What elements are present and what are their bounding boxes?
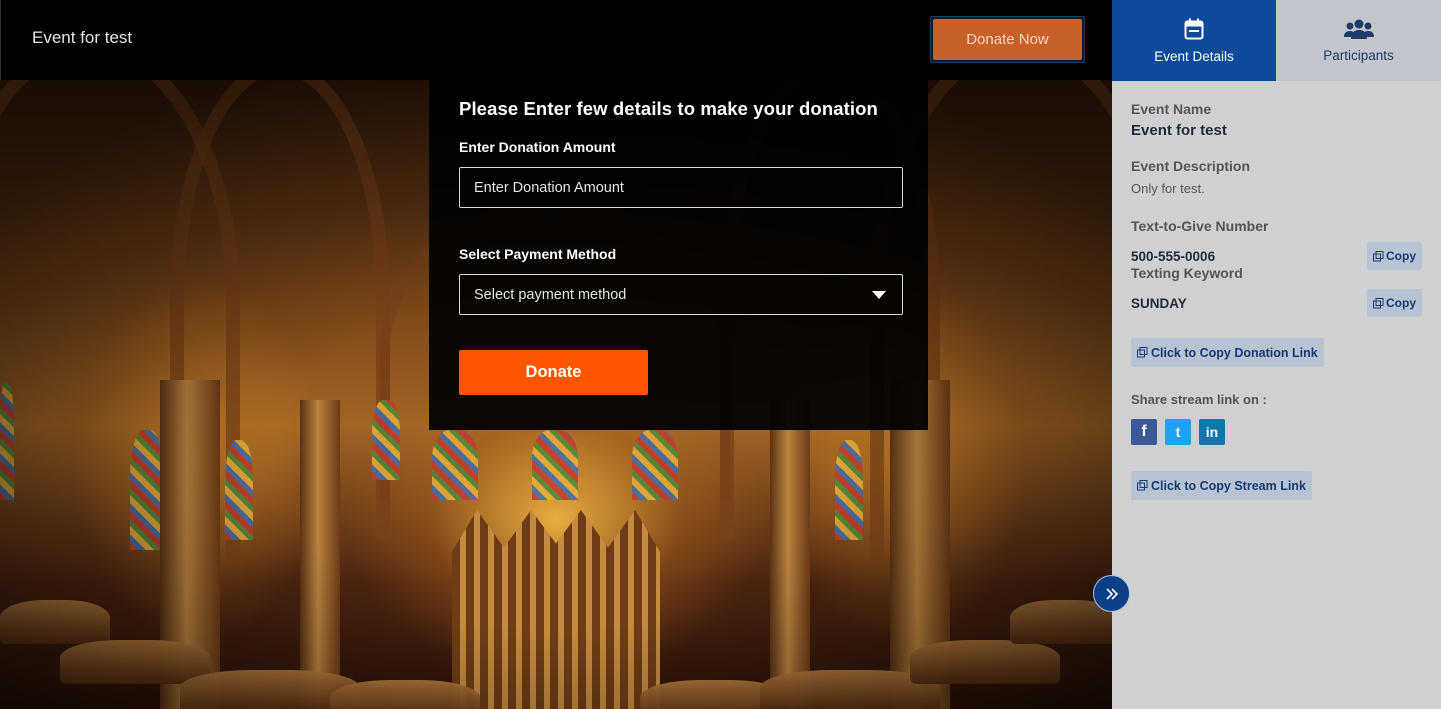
copy-icon (1373, 297, 1384, 308)
event-name-value: Event for test (1131, 122, 1227, 139)
donate-now-label: Donate Now (933, 19, 1082, 60)
texting-keyword-value: SUNDAY (1131, 295, 1187, 311)
copy-icon (1137, 480, 1148, 491)
copy-label: Copy (1386, 249, 1416, 263)
event-name-label: Event Name (1131, 101, 1212, 117)
tab-event-details-label: Event Details (1154, 48, 1234, 64)
copy-stream-link-button[interactable]: Click to Copy Stream Link (1131, 471, 1312, 500)
text-to-give-label: Text-to-Give Number (1131, 218, 1269, 234)
form-heading: Please Enter few details to make your do… (459, 98, 878, 119)
payment-method-select[interactable]: Select payment method (459, 274, 903, 315)
copy-icon (1373, 250, 1384, 261)
amount-input-wrapper (459, 167, 903, 208)
copy-stream-link-label: Click to Copy Stream Link (1151, 478, 1306, 493)
donate-now-button[interactable]: Donate Now (930, 16, 1085, 63)
event-description-value: Only for test. (1131, 181, 1205, 196)
tab-participants-label: Participants (1323, 47, 1394, 63)
collapse-sidebar-button[interactable] (1093, 575, 1130, 612)
tab-participants[interactable]: Participants (1276, 0, 1441, 81)
event-details-panel: Event Name Event for test Event Descript… (1112, 81, 1441, 520)
copy-number-button[interactable]: Copy (1367, 242, 1422, 270)
payment-method-placeholder: Select payment method (474, 286, 627, 303)
sidebar-tabs: Event Details Participants (1112, 0, 1441, 81)
donate-button[interactable]: Donate (459, 350, 648, 395)
copy-keyword-button[interactable]: Copy (1367, 289, 1422, 317)
amount-label: Enter Donation Amount (459, 139, 616, 155)
facebook-icon[interactable]: f (1131, 419, 1157, 445)
event-stage: Event for test Donate Now Please Enter f… (0, 0, 1112, 709)
calendar-icon (1184, 18, 1204, 39)
copy-donation-link-button[interactable]: Click to Copy Donation Link (1131, 338, 1324, 367)
linkedin-icon[interactable]: in (1199, 419, 1225, 445)
donation-amount-input[interactable] (474, 179, 888, 196)
twitter-icon[interactable]: t (1165, 419, 1191, 445)
tab-event-details[interactable]: Event Details (1112, 0, 1276, 81)
copy-icon (1137, 347, 1148, 358)
copy-donation-link-label: Click to Copy Donation Link (1151, 345, 1318, 360)
texting-keyword-row: SUNDAY Copy (1131, 289, 1422, 317)
event-title: Event for test (32, 28, 133, 47)
double-chevron-right-icon (1105, 587, 1118, 600)
event-description-label: Event Description (1131, 158, 1251, 174)
social-share-icons: f t in (1131, 419, 1422, 445)
donation-form: Please Enter few details to make your do… (429, 80, 928, 430)
text-to-give-number: 500-555-0006 (1131, 248, 1216, 264)
copy-label: Copy (1386, 296, 1416, 310)
users-icon (1343, 19, 1374, 39)
share-label: Share stream link on : (1131, 392, 1267, 407)
payment-method-label: Select Payment Method (459, 246, 617, 262)
chevron-down-icon (872, 290, 886, 299)
top-bar: Event for test Donate Now (0, 0, 1112, 80)
event-sidebar: Event Details Participants Event Name Ev… (1112, 0, 1441, 709)
